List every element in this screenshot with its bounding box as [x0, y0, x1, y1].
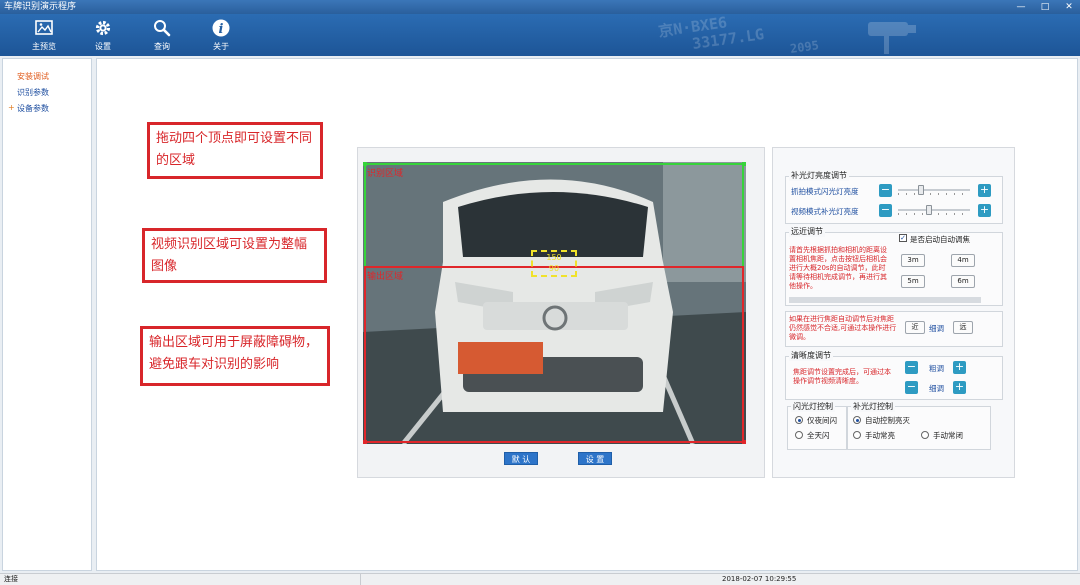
clarity-hint: 焦距调节设置完成后，可通过本操作调节视频清晰度。 — [793, 368, 891, 385]
coarse-decrease-button[interactable]: − — [905, 361, 918, 374]
sidebar-item-recognition-params[interactable]: 识别参数 — [17, 87, 49, 98]
vertex-handle[interactable] — [742, 162, 746, 166]
focus-hint: 请首先根据抓拍和相机的距离设置相机焦距，点击按钮后相机会进行大概20s的自动调节… — [789, 246, 887, 290]
toolbar-about-label: 关于 — [213, 42, 229, 51]
sidebar-item-device-params[interactable]: + 设备参数 — [8, 103, 49, 114]
near-button[interactable]: 近 — [905, 321, 925, 334]
focus-progress — [789, 297, 981, 303]
sidebar: 安装调试 识别参数 + 设备参数 — [2, 58, 92, 571]
fill-manual-on-radio[interactable] — [853, 431, 861, 439]
video-increase-button[interactable]: + — [978, 204, 991, 217]
gear-icon — [95, 20, 111, 36]
focus-4m-button[interactable]: 4m — [951, 254, 975, 267]
clarity-fine-label: 细调 — [929, 384, 944, 393]
output-region-label: 输出区域 — [367, 272, 404, 282]
fill-light-title: 补光灯亮度调节 — [789, 170, 849, 181]
callout-output-region: 输出区域可用于屏蔽障碍物，避免跟车对识别的影响 — [140, 326, 330, 386]
toolbar-settings-label: 设置 — [95, 42, 111, 51]
title-bar: 车牌识别演示程序 — □ ✕ — [0, 0, 1080, 14]
toolbar-preview-label: 主预览 — [32, 42, 56, 51]
focus-6m-button[interactable]: 6m — [951, 275, 975, 288]
recognition-region-label: 识别区域 — [367, 169, 404, 179]
toolbar-settings[interactable]: 设置 — [83, 18, 123, 54]
fine-increase-button[interactable]: + — [953, 381, 966, 394]
callout-drag-vertices: 拖动四个顶点即可设置不同的区域 — [147, 122, 323, 179]
window-title: 车牌识别演示程序 — [4, 2, 77, 12]
flash-night-only-radio[interactable] — [795, 416, 803, 424]
svg-text:i: i — [219, 22, 224, 37]
default-button[interactable]: 默 认 — [504, 452, 538, 465]
slider-thumb[interactable] — [918, 185, 924, 195]
maximize-button[interactable]: □ — [1038, 0, 1052, 14]
search-icon — [154, 20, 171, 37]
snap-flash-slider[interactable] — [898, 185, 970, 195]
focus-bottom-value: 90 — [548, 264, 560, 273]
flash-all-day-radio[interactable] — [795, 431, 803, 439]
minimize-button[interactable]: — — [1014, 0, 1028, 14]
toolbar-query[interactable]: 查询 — [142, 18, 182, 54]
fill-light-control-group — [847, 406, 991, 450]
video-decrease-button[interactable]: − — [879, 204, 892, 217]
video-preview[interactable]: 识别区域 输出区域 150 90 — [363, 162, 746, 444]
fill-auto-radio[interactable] — [853, 416, 861, 424]
sidebar-item-label: 安装调试 — [17, 72, 49, 81]
info-icon: i — [212, 19, 230, 37]
fine-decrease-button[interactable]: − — [905, 381, 918, 394]
auto-focus-label: 是否启动自动调焦 — [910, 235, 970, 244]
output-region[interactable] — [364, 266, 744, 443]
vertex-handle[interactable] — [742, 440, 746, 444]
fill-manual-on-label: 手动常亮 — [865, 431, 895, 440]
callout-full-image-region: 视频识别区域可设置为整幅图像 — [142, 228, 327, 283]
fine-focus-label: 细调 — [929, 324, 944, 333]
fine-focus-hint: 如果在进行焦距自动调节后对焦距仍然感觉不合适,可通过本操作进行微调。 — [789, 315, 897, 341]
status-divider — [360, 574, 361, 585]
preview-icon — [35, 20, 53, 35]
video-fill-label: 视频模式补光灯亮度 — [791, 207, 859, 216]
coarse-label: 粗调 — [929, 364, 944, 373]
vertex-handle[interactable] — [363, 162, 367, 166]
slider-thumb[interactable] — [926, 205, 932, 215]
close-button[interactable]: ✕ — [1062, 0, 1076, 14]
clarity-title: 清晰度调节 — [789, 350, 833, 361]
focus-3m-button[interactable]: 3m — [901, 254, 925, 267]
far-button[interactable]: 远 — [953, 321, 973, 334]
snap-flash-label: 抓拍模式闪光灯亮度 — [791, 187, 859, 196]
snap-increase-button[interactable]: + — [978, 184, 991, 197]
vertex-handle[interactable] — [363, 440, 367, 444]
video-fill-slider[interactable] — [898, 205, 970, 215]
sidebar-item-install-debug[interactable]: 安装调试 — [17, 71, 49, 82]
flash-all-day-label: 全天闪 — [807, 431, 830, 440]
set-button[interactable]: 设 置 — [578, 452, 612, 465]
toolbar-about[interactable]: i 关于 — [201, 18, 241, 54]
toolbar-preview[interactable]: 主预览 — [24, 18, 64, 54]
fill-manual-off-radio[interactable] — [921, 431, 929, 439]
camera-icon — [868, 22, 916, 54]
fill-auto-label: 自动控制亮灭 — [865, 416, 910, 425]
plate-text-3: 2095 — [789, 38, 820, 56]
sidebar-item-label: 设备参数 — [17, 104, 49, 113]
status-bar: 连接 2018-02-07 10:29:55 — [0, 573, 1080, 585]
flash-control-title: 闪光灯控制 — [791, 401, 835, 412]
sidebar-item-label: 识别参数 — [17, 88, 49, 97]
focus-5m-button[interactable]: 5m — [901, 275, 925, 288]
snap-decrease-button[interactable]: − — [879, 184, 892, 197]
window-controls: — □ ✕ — [1014, 0, 1076, 14]
fill-light-control-title: 补光灯控制 — [851, 401, 895, 412]
toolbar-decoration: 京N·BXE6 33177.LG 2095 — [640, 14, 1080, 56]
flash-night-only-label: 仅夜间闪 — [807, 416, 837, 425]
expand-icon[interactable]: + — [8, 103, 15, 112]
auto-focus-checkbox[interactable]: ✓ — [899, 234, 907, 242]
settings-panel: 补光灯亮度调节 抓拍模式闪光灯亮度 − + 视频模式补光灯亮度 − + 远近调节… — [772, 147, 1015, 478]
flash-control-group — [787, 406, 847, 450]
connection-status: 连接 — [4, 575, 18, 583]
status-datetime: 2018-02-07 10:29:55 — [722, 575, 797, 583]
coarse-increase-button[interactable]: + — [953, 361, 966, 374]
focus-title: 远近调节 — [789, 226, 825, 237]
focus-box: 150 90 — [531, 250, 577, 277]
toolbar: 主预览 设置 查询 i 关于 京N·BXE6 33177.LG 2095 — [0, 14, 1080, 56]
toolbar-query-label: 查询 — [154, 42, 170, 51]
focus-top-value: 150 — [546, 253, 562, 262]
fill-manual-off-label: 手动常闭 — [933, 431, 963, 440]
